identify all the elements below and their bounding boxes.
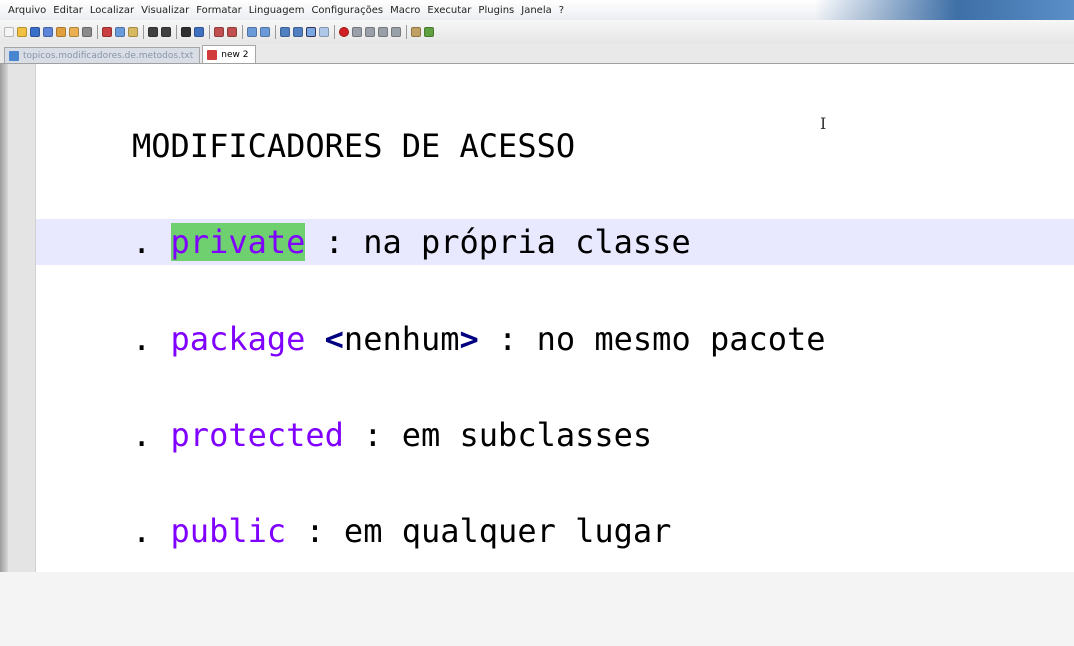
separator: :: [324, 223, 344, 261]
menu-macro[interactable]: Macro: [390, 5, 420, 16]
toolbar-separator: [143, 25, 144, 39]
replace-icon[interactable]: [194, 27, 204, 37]
word-nenhum: nenhum: [343, 320, 460, 358]
window-border: [0, 64, 8, 572]
description: em subclasses: [401, 416, 653, 454]
tab-new-2[interactable]: new 2: [202, 45, 256, 63]
menu-bar: Arquivo Editar Localizar Visualizar Form…: [0, 0, 1074, 20]
toolbar-separator: [176, 25, 177, 39]
menu-help[interactable]: ?: [559, 5, 564, 16]
mouse-ibeam-cursor: I: [820, 114, 827, 133]
menu-linguagem[interactable]: Linguagem: [249, 5, 305, 16]
toolbar-separator: [275, 25, 276, 39]
run-macro-multiple-icon[interactable]: [378, 27, 388, 37]
operator-lt: <: [324, 320, 344, 358]
document-map-icon[interactable]: [319, 27, 329, 37]
plugin-icon[interactable]: [411, 27, 421, 37]
editor-line-private: . private : na própria classe: [36, 219, 1074, 265]
description: em qualquer lugar: [343, 512, 672, 550]
toolbar-separator: [242, 25, 243, 39]
separator: :: [363, 416, 383, 454]
menu-localizar[interactable]: Localizar: [90, 5, 134, 16]
editor-frame: MODIFICADORES DE ACESSO . private : na p…: [0, 64, 1074, 572]
close-all-icon[interactable]: [69, 27, 79, 37]
toolbar: [0, 20, 1074, 44]
separator: :: [305, 512, 325, 550]
word-wrap-icon[interactable]: [280, 27, 290, 37]
open-folder-icon[interactable]: [17, 27, 27, 37]
save-icon[interactable]: [30, 27, 40, 37]
menu-formatar[interactable]: Formatar: [196, 5, 241, 16]
heading-text: MODIFICADORES DE ACESSO: [132, 127, 576, 165]
zoom-out-icon[interactable]: [227, 27, 237, 37]
undo-icon[interactable]: [148, 27, 158, 37]
description: na própria classe: [363, 223, 691, 261]
bullet: .: [132, 320, 152, 358]
editor-line-package: . package <nenhum> : no mesmo pacote: [36, 316, 1074, 362]
menu-executar[interactable]: Executar: [427, 5, 471, 16]
text-editor[interactable]: MODIFICADORES DE ACESSO . private : na p…: [36, 64, 1074, 572]
editor-line-public: . public : em qualquer lugar: [36, 508, 1074, 554]
toolbar-separator: [334, 25, 335, 39]
separator: :: [498, 320, 518, 358]
tab-topicos-modificadores[interactable]: topicos.modificadores.de.metodos.txt: [4, 47, 201, 63]
new-file-icon[interactable]: [4, 27, 14, 37]
bullet: .: [132, 512, 152, 550]
paste-icon[interactable]: [128, 27, 138, 37]
print-icon[interactable]: [82, 27, 92, 37]
unsaved-file-icon: [207, 49, 218, 60]
toolbar-separator: [209, 25, 210, 39]
sync-vertical-icon[interactable]: [247, 27, 257, 37]
keyword-private: private: [170, 223, 306, 261]
description: no mesmo pacote: [536, 320, 826, 358]
tab-bar: topicos.modificadores.de.metodos.txt new…: [0, 44, 1074, 64]
keyword-public: public: [170, 512, 287, 550]
tab-label: new 2: [221, 49, 249, 60]
operator-gt: >: [459, 320, 479, 358]
sync-horizontal-icon[interactable]: [260, 27, 270, 37]
editor-line-heading: MODIFICADORES DE ACESSO: [36, 123, 1074, 169]
redo-icon[interactable]: [161, 27, 171, 37]
copy-icon[interactable]: [115, 27, 125, 37]
menu-editar[interactable]: Editar: [53, 5, 83, 16]
menu-configuracoes[interactable]: Configurações: [311, 5, 383, 16]
editor-line-protected: . protected : em subclasses: [36, 412, 1074, 458]
record-macro-icon[interactable]: [339, 27, 349, 37]
keyword-package: package: [170, 320, 306, 358]
keyword-protected: protected: [170, 416, 344, 454]
stop-macro-icon[interactable]: [352, 27, 362, 37]
line-number-gutter: [8, 64, 36, 572]
play-macro-icon[interactable]: [365, 27, 375, 37]
show-all-chars-icon[interactable]: [293, 27, 303, 37]
tab-label: topicos.modificadores.de.metodos.txt: [23, 50, 194, 61]
menu-janela[interactable]: Janela: [521, 5, 551, 16]
menu-arquivo[interactable]: Arquivo: [8, 5, 46, 16]
cut-icon[interactable]: [102, 27, 112, 37]
find-icon[interactable]: [181, 27, 191, 37]
zoom-in-icon[interactable]: [214, 27, 224, 37]
menu-visualizar[interactable]: Visualizar: [141, 5, 189, 16]
saved-file-icon: [9, 50, 19, 61]
save-macro-icon[interactable]: [391, 27, 401, 37]
save-all-icon[interactable]: [43, 27, 53, 37]
bullet: .: [132, 223, 152, 261]
toolbar-separator: [406, 25, 407, 39]
spell-check-icon[interactable]: [424, 27, 434, 37]
close-icon[interactable]: [56, 27, 66, 37]
menu-plugins[interactable]: Plugins: [478, 5, 514, 16]
indent-guide-icon[interactable]: [306, 27, 316, 37]
bullet: .: [132, 416, 152, 454]
title-bar-accent: [814, 0, 1074, 20]
toolbar-separator: [97, 25, 98, 39]
